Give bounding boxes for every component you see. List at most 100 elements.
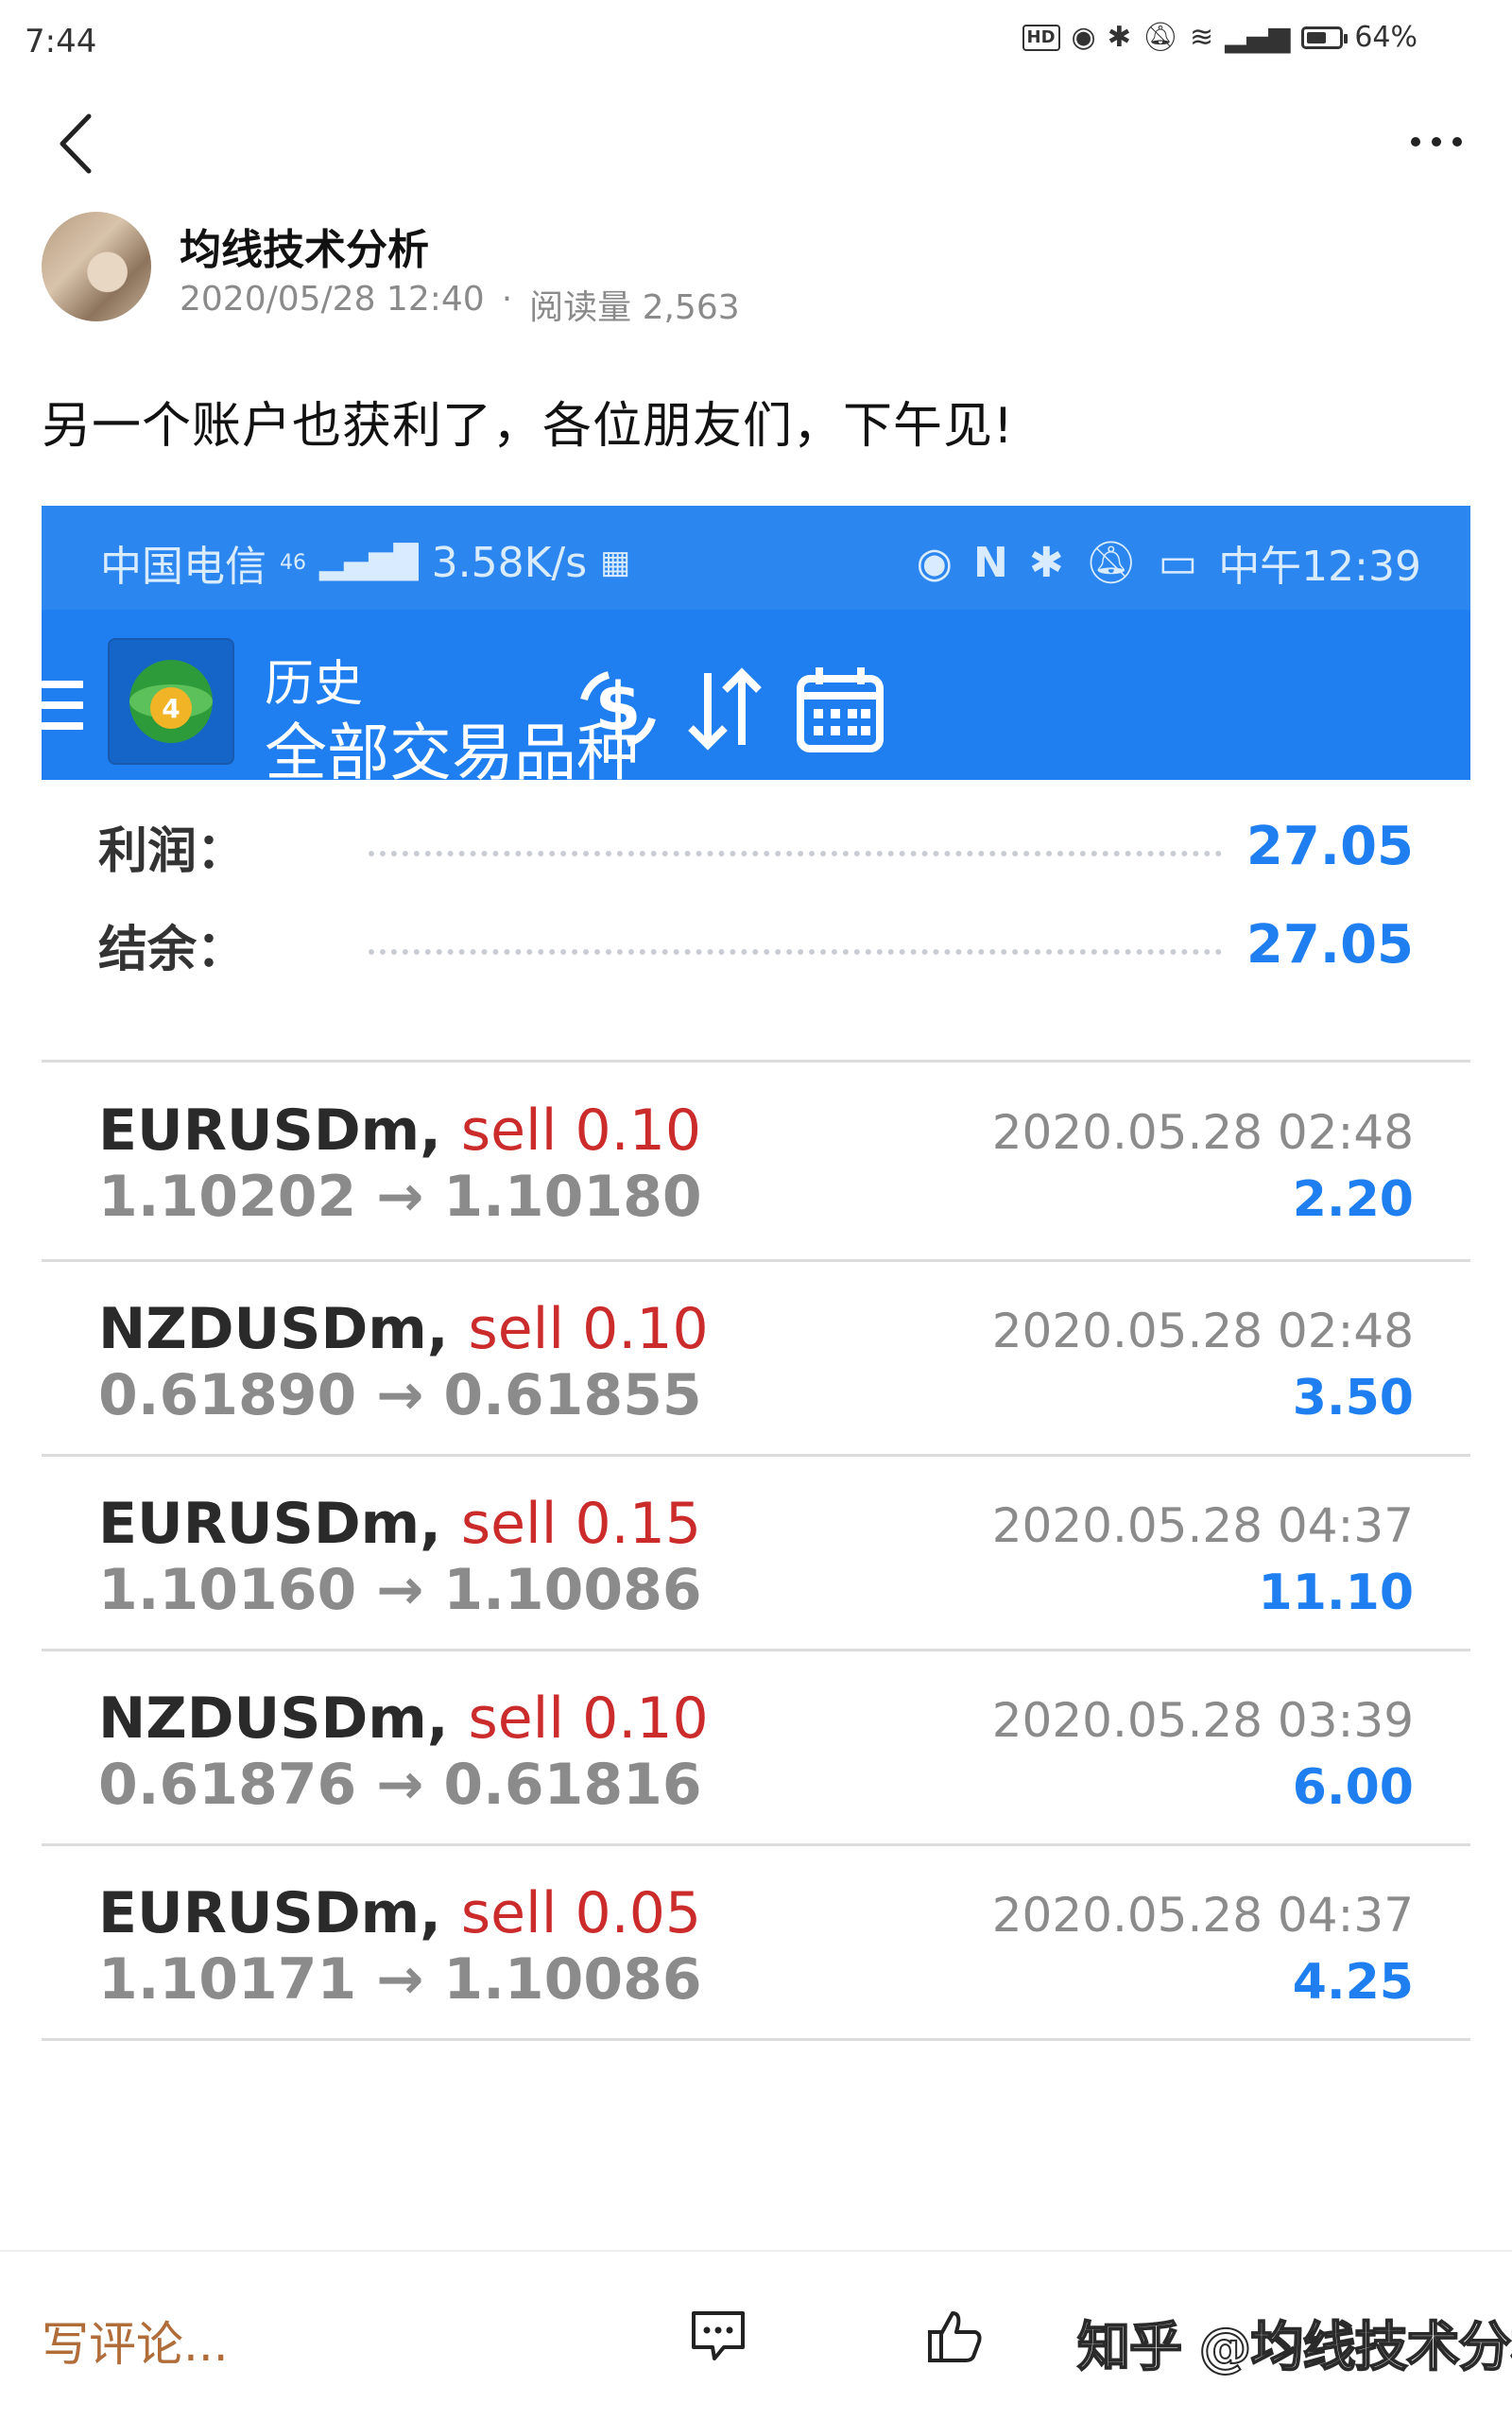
status-time: 7:44: [25, 23, 97, 60]
open-price: 1.10160: [98, 1557, 357, 1623]
arrow-right-icon: →: [376, 1164, 424, 1230]
trade-action: sell 0.10: [460, 1098, 702, 1164]
trade-action: sell 0.05: [460, 1880, 702, 1946]
menu-icon[interactable]: [42, 681, 83, 734]
bell-off-icon: 🔕︎: [1084, 539, 1138, 587]
dotted-leader: [369, 949, 1222, 955]
dotted-leader: [369, 851, 1222, 856]
trade-time: 2020.05.28 03:39: [991, 1693, 1414, 1748]
embedded-time: 中午12:39: [1218, 543, 1421, 591]
bluetooth-icon: ✱: [1107, 21, 1131, 54]
status-bar: 7:44 HD ◉ ✱ 🔕︎ ≋ ▂▄▆ 64%: [0, 0, 1512, 85]
avatar[interactable]: [42, 212, 151, 321]
post-body: 另一个账户也获利了，各位朋友们，下午见!: [42, 398, 1014, 455]
trade-profit: 3.50: [1292, 1370, 1414, 1426]
open-price: 0.61890: [98, 1362, 357, 1428]
divider: [42, 1060, 1470, 1063]
trade-time: 2020.05.28 02:48: [991, 1304, 1414, 1358]
trade-profit: 6.00: [1292, 1759, 1414, 1816]
trade-symbol: EURUSDm: [98, 1880, 421, 1946]
comments-button[interactable]: [685, 2303, 751, 2369]
trade-row[interactable]: NZDUSDm, sell 0.10 0.61876 → 0.61816 202…: [42, 1651, 1470, 1846]
trade-action: sell 0.15: [460, 1491, 702, 1557]
trade-symbol: EURUSDm: [98, 1098, 421, 1164]
eye-icon: ◉: [916, 538, 954, 587]
signal-icon: ▂▄▆█: [319, 544, 419, 581]
trade-profit: 11.10: [1258, 1564, 1414, 1621]
network-speed: 3.58K/s: [431, 538, 588, 587]
more-dot-icon: [1432, 137, 1441, 147]
wifi-icon: ≋: [1189, 21, 1214, 54]
sort-icon[interactable]: [673, 657, 777, 761]
view-count: 阅读量 2,563: [529, 288, 740, 327]
open-price: 1.10202: [98, 1164, 357, 1230]
back-button[interactable]: [47, 106, 104, 182]
currency-exchange-icon[interactable]: $: [566, 657, 670, 761]
summary-section: 利润： 27.05 结余： 27.05: [42, 780, 1470, 1011]
bottom-bar-divider: [0, 2250, 1512, 2252]
arrow-right-icon: →: [376, 1557, 424, 1623]
status-icons: HD ◉ ✱ 🔕︎ ≋ ▂▄▆ 64%: [1022, 21, 1418, 54]
post-date: 2020/05/28 12:40: [180, 280, 485, 319]
sort-arrows-icon: [688, 667, 762, 751]
close-price: 0.61855: [443, 1362, 702, 1428]
trade-symbol: NZDUSDm: [98, 1296, 427, 1362]
meta-separator: ·: [501, 280, 513, 319]
battery-icon: [1301, 26, 1349, 49]
app-notification-icon: ▦: [600, 544, 631, 581]
nfc-icon: N: [973, 538, 1008, 587]
signal-icon: ▂▄▆: [1225, 21, 1291, 54]
embedded-screenshot[interactable]: 中国电信 46 ▂▄▆█ 3.58K/s ▦ ◉ N ✱ 🔕︎ ▭ 中午12:3…: [42, 506, 1470, 2041]
more-options-button[interactable]: [1399, 113, 1474, 170]
summary-row-profit: 利润： 27.05: [98, 808, 1414, 884]
author-name[interactable]: 均线技术分析: [180, 216, 429, 276]
calendar-grid-icon: [797, 667, 884, 752]
arrow-right-icon: →: [376, 1752, 424, 1818]
hd-icon: HD: [1022, 24, 1060, 51]
like-button[interactable]: [921, 2303, 988, 2369]
comment-input[interactable]: 写评论...: [42, 2307, 229, 2375]
trade-row[interactable]: EURUSDm, sell 0.15 1.10160 → 1.10086 202…: [42, 1457, 1470, 1651]
trade-profit: 4.25: [1292, 1954, 1414, 2011]
more-dot-icon: [1411, 137, 1420, 147]
trade-action: sell 0.10: [468, 1685, 709, 1752]
battery-icon: ▭: [1158, 538, 1198, 587]
comment-bubble-icon: [692, 2311, 745, 2360]
more-dot-icon: [1452, 137, 1462, 147]
metatrader-logo: 4: [108, 638, 234, 765]
chevron-left-icon: [60, 113, 92, 174]
bell-off-icon: 🔕︎: [1142, 21, 1178, 54]
network-type: 46: [280, 550, 306, 575]
battery-percent: 64%: [1354, 21, 1418, 54]
trade-row[interactable]: EURUSDm, sell 0.10 1.10202 → 1.10180 202…: [42, 1063, 1470, 1258]
balance-label: 结余：: [98, 921, 247, 978]
close-price: 1.10086: [443, 1946, 702, 2013]
metatrader-logo-icon: 4: [129, 660, 213, 743]
embedded-status-bar: 中国电信 46 ▂▄▆█ 3.58K/s ▦ ◉ N ✱ 🔕︎ ▭ 中午12:3…: [42, 506, 1470, 610]
trade-row[interactable]: NZDUSDm, sell 0.10 0.61890 → 0.61855 202…: [42, 1262, 1470, 1457]
logo-number: 4: [162, 693, 180, 724]
calendar-icon[interactable]: [788, 657, 892, 761]
close-price: 1.10086: [443, 1557, 702, 1623]
open-price: 1.10171: [98, 1946, 357, 2013]
thumbs-up-icon: [928, 2311, 982, 2362]
trade-time: 2020.05.28 02:48: [991, 1105, 1414, 1160]
trade-action: sell 0.10: [468, 1296, 709, 1362]
trade-time: 2020.05.28 04:37: [991, 1888, 1414, 1943]
balance-value: 27.05: [1246, 913, 1414, 976]
summary-row-balance: 结余： 27.05: [98, 907, 1414, 982]
divider: [42, 2038, 1470, 2041]
trade-time: 2020.05.28 04:37: [991, 1498, 1414, 1553]
watermark: 知乎 @均线技术分析: [1076, 2316, 1512, 2379]
arrow-right-icon: →: [376, 1362, 424, 1428]
close-price: 0.61816: [443, 1752, 702, 1818]
app-bar: 4 历史 全部交易品种 $: [42, 610, 1470, 789]
dollar-swap-icon: $: [580, 668, 656, 747]
bluetooth-icon: ✱: [1028, 538, 1064, 587]
close-price: 1.10180: [443, 1164, 702, 1230]
trade-profit: 2.20: [1292, 1171, 1414, 1228]
trade-symbol: NZDUSDm: [98, 1685, 427, 1752]
open-price: 0.61876: [98, 1752, 357, 1818]
eye-icon: ◉: [1071, 21, 1096, 54]
trade-row[interactable]: EURUSDm, sell 0.05 1.10171 → 1.10086 202…: [42, 1846, 1470, 2041]
